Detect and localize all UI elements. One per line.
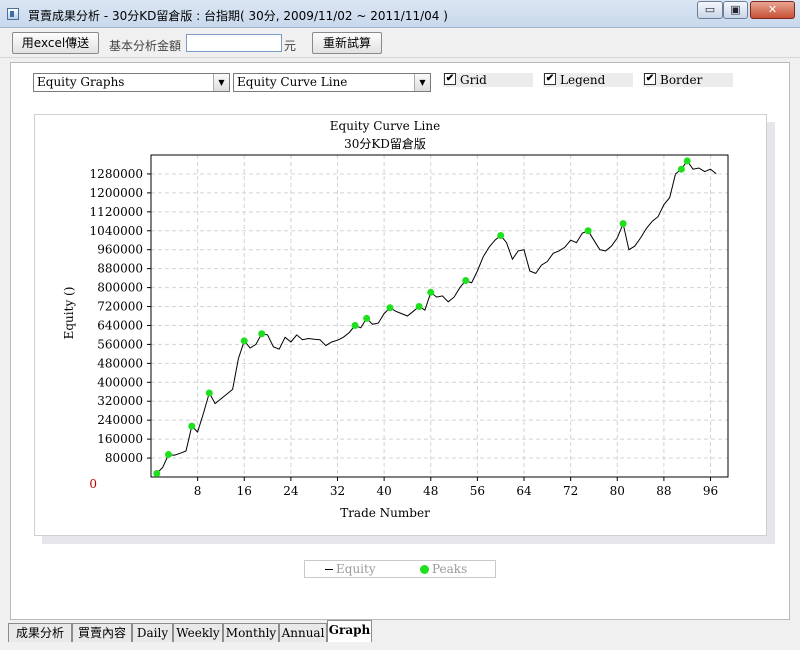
y-tick-label: 1040000: [90, 224, 143, 238]
tab-bar: 成果分析 買賣內容 Daily Weekly Monthly Annual Gr…: [0, 620, 800, 650]
peak-point: [415, 303, 423, 311]
peak-point: [584, 227, 592, 235]
x-tick-label: 24: [283, 484, 299, 498]
chart-title: Equity Curve Line: [330, 119, 440, 133]
equity-legend-label: Equity: [336, 562, 376, 576]
peak-point: [462, 276, 470, 284]
graph-type-select[interactable]: Equity Graphs ▼: [33, 73, 230, 92]
amount-label: 基本分析金額: [109, 39, 182, 53]
app-window-icon: [7, 8, 19, 20]
export-excel-button[interactable]: 用excel傳送: [12, 32, 99, 54]
peak-point: [683, 157, 691, 165]
graph-type-value: Equity Graphs: [37, 75, 125, 89]
y-tick-label: 1280000: [90, 167, 143, 181]
y-tick-label: 560000: [97, 337, 143, 351]
y-tick-label: 1120000: [90, 205, 143, 219]
equity-line: [156, 160, 717, 474]
peak-point: [188, 422, 196, 430]
chevron-down-icon[interactable]: ▼: [414, 74, 430, 91]
peak-point: [677, 165, 685, 173]
x-tick-label: 8: [194, 484, 202, 498]
x-tick-label: 80: [610, 484, 625, 498]
x-tick-label: 16: [237, 484, 252, 498]
window-title: 買賣成果分析 - 30分KD留倉版 : 台指期( 30分, 2009/11/02…: [28, 9, 448, 23]
equity-chart: Equity Curve Line 30分KD留倉版 Trade Number …: [62, 119, 729, 520]
amount-input[interactable]: [186, 34, 282, 52]
y-tick-label: 1200000: [90, 186, 143, 200]
chart-area: Equity Curve Line 30分KD留倉版 Trade Number …: [34, 114, 767, 536]
recalculate-button[interactable]: 重新試算: [312, 32, 382, 54]
peak-point: [619, 220, 627, 228]
chart-subtitle: 30分KD留倉版: [344, 136, 426, 151]
y-tick-label: 160000: [97, 432, 143, 446]
y-tick-label: 880000: [97, 262, 143, 276]
title-bar: 買賣成果分析 - 30分KD留倉版 : 台指期( 30分, 2009/11/02…: [0, 0, 800, 28]
peak-point: [240, 337, 248, 345]
tab-graph[interactable]: Graph: [327, 620, 372, 642]
y-tick-label: 720000: [97, 300, 143, 314]
peak-point: [497, 232, 505, 239]
zero-label: 0: [89, 477, 97, 491]
x-tick-label: 56: [470, 484, 485, 498]
y-tick-label: 80000: [105, 451, 143, 465]
y-tick-label: 480000: [97, 356, 143, 370]
peak-point: [205, 389, 213, 397]
x-tick-label: 48: [423, 484, 438, 498]
peak-point: [258, 330, 266, 338]
border-checkbox-label: Border: [660, 73, 703, 87]
graph-style-select[interactable]: Equity Curve Line ▼: [233, 73, 431, 92]
maximize-button[interactable]: ▣: [723, 1, 748, 19]
y-tick-label: 240000: [97, 413, 143, 427]
plot-frame: [150, 154, 729, 478]
peaks-legend-label: Peaks: [432, 562, 468, 576]
peak-point: [351, 321, 359, 329]
y-tick-label: 640000: [97, 318, 143, 332]
border-checkbox[interactable]: ✔ Border: [643, 73, 733, 87]
close-button[interactable]: ✕: [750, 1, 795, 19]
y-tick-label: 320000: [97, 394, 143, 408]
tab-annual[interactable]: Annual: [279, 623, 327, 642]
y-axis-label: Equity (): [62, 287, 76, 340]
tab-trades[interactable]: 買賣內容: [72, 623, 132, 642]
peak-point: [153, 469, 161, 477]
legend-checkbox[interactable]: ✔ Legend: [543, 73, 633, 87]
y-tick-label: 960000: [97, 243, 143, 257]
tab-daily[interactable]: Daily: [132, 623, 173, 642]
chart-legend: Equity Peaks: [304, 560, 496, 578]
check-icon[interactable]: ✔: [644, 73, 656, 85]
check-icon[interactable]: ✔: [444, 73, 456, 85]
toolbar: 用excel傳送 基本分析金額 元 重新試算: [0, 28, 800, 58]
x-axis-label: Trade Number: [340, 506, 430, 520]
equity-legend-swatch: [325, 569, 333, 570]
peak-point: [427, 288, 435, 296]
chevron-down-icon[interactable]: ▼: [213, 74, 229, 91]
y-tick-label: 800000: [97, 281, 143, 295]
tab-analysis[interactable]: 成果分析: [8, 623, 72, 642]
graph-style-value: Equity Curve Line: [237, 75, 348, 89]
peaks-legend-swatch: [420, 565, 429, 574]
tab-weekly[interactable]: Weekly: [173, 623, 223, 642]
unit-label: 元: [284, 39, 297, 53]
minimize-button[interactable]: ▭: [697, 1, 723, 19]
legend-checkbox-label: Legend: [560, 73, 606, 87]
y-tick-label: 400000: [97, 375, 143, 389]
grid-checkbox[interactable]: ✔ Grid: [443, 73, 533, 87]
grid-checkbox-label: Grid: [460, 73, 487, 87]
tab-monthly[interactable]: Monthly: [223, 623, 279, 642]
x-tick-label: 64: [516, 484, 532, 498]
x-tick-label: 96: [703, 484, 718, 498]
x-tick-label: 32: [330, 484, 345, 498]
peak-point: [363, 314, 371, 322]
x-tick-label: 40: [376, 484, 391, 498]
x-tick-label: 72: [563, 484, 578, 498]
x-tick-label: 88: [656, 484, 671, 498]
peak-point: [386, 304, 394, 312]
peak-point: [164, 451, 172, 459]
check-icon[interactable]: ✔: [544, 73, 556, 85]
